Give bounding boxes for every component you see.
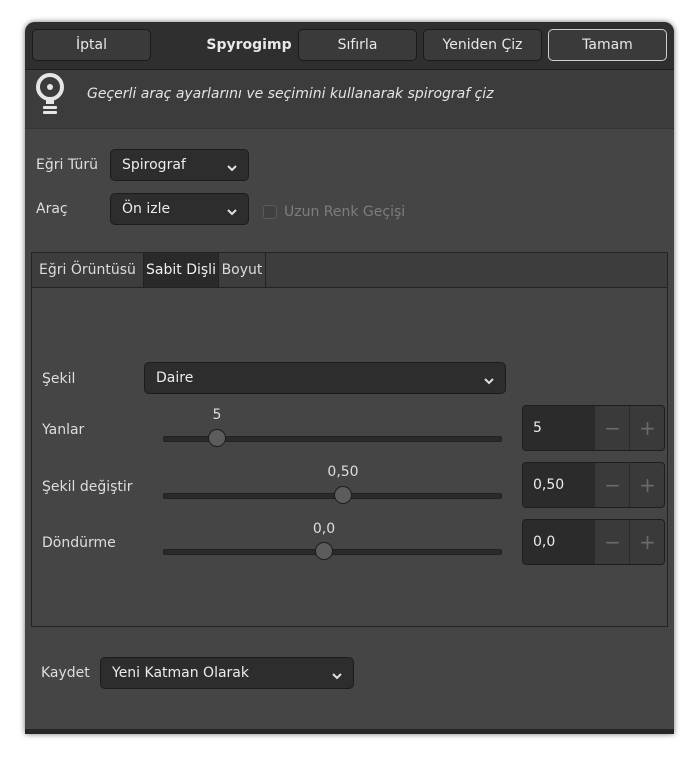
rotation-entry[interactable]: 0,0 [523,520,594,564]
chevron-down-icon [331,669,343,685]
chevron-down-icon [483,374,495,390]
morph-spinbutton[interactable]: 0,50 − + [522,462,665,508]
curve-type-value: Spirograf [122,157,186,173]
cancel-button[interactable]: İptal [32,29,151,61]
plus-icon[interactable]: + [629,463,664,507]
morph-slider-handle[interactable] [334,486,352,504]
save-value: Yeni Katman Olarak [112,665,249,681]
rotation-slider-handle[interactable] [315,542,333,560]
shape-value: Daire [156,370,194,386]
morph-slider-track[interactable] [163,493,502,499]
sides-label: Yanlar [42,422,85,438]
save-combo[interactable]: Yeni Katman Olarak [100,657,354,689]
plus-icon[interactable]: + [629,520,664,564]
reset-button[interactable]: Sıfırla [298,29,417,61]
shape-label: Şekil [42,371,76,387]
plugin-description: Geçerli araç ayarlarını ve seçimini kull… [87,86,494,102]
tab-size[interactable]: Boyut [219,253,266,287]
save-label: Kaydet [41,665,90,681]
window-bottom-edge [25,729,674,734]
info-bar: Geçerli araç ayarlarını ve seçimini kull… [25,70,674,129]
curve-type-combo[interactable]: Spirograf [110,149,249,181]
long-gradient-checkbox[interactable]: Uzun Renk Geçişi [263,202,405,222]
rotation-spinbutton[interactable]: 0,0 − + [522,519,665,565]
chevron-down-icon [226,205,238,221]
tool-value: Ön izle [122,201,171,217]
shape-combo[interactable]: Daire [144,362,506,394]
sides-entry[interactable]: 5 [523,406,594,450]
header-bar: İptal Spyrogimp Sıfırla Yeniden Çiz Tama… [25,22,674,70]
checkbox-box[interactable] [263,205,277,219]
minus-icon[interactable]: − [594,520,630,564]
settings-notebook: Eğri Örüntüsü Sabit Dişli Boyut Şekil Da… [31,252,668,627]
morph-label: Şekil değiştir [42,479,133,495]
chevron-down-icon [226,161,238,177]
dialog-title: Spyrogimp [206,37,292,53]
curve-type-label: Eğri Türü [36,157,98,173]
minus-icon[interactable]: − [594,463,630,507]
rotation-label: Döndürme [42,535,116,551]
morph-slider-value: 0,50 [327,464,359,480]
sides-slider-handle[interactable] [208,429,226,447]
rotation-slider-value: 0,0 [312,521,336,537]
sides-slider-value: 5 [212,407,222,423]
long-gradient-label: Uzun Renk Geçişi [284,204,406,220]
spyrogimp-dialog: İptal Spyrogimp Sıfırla Yeniden Çiz Tama… [25,22,674,734]
sides-spinbutton[interactable]: 5 − + [522,405,665,451]
redraw-button[interactable]: Yeniden Çiz [423,29,542,61]
tool-combo[interactable]: Ön izle [110,193,249,225]
tool-label: Araç [36,201,68,217]
tab-strip: Eğri Örüntüsü Sabit Dişli Boyut [32,253,667,288]
tab-curve-pattern[interactable]: Eğri Örüntüsü [32,253,144,287]
plus-icon[interactable]: + [629,406,664,450]
lightbulb-icon [35,72,69,122]
morph-entry[interactable]: 0,50 [523,463,594,507]
ok-button[interactable]: Tamam [548,29,667,61]
tab-fixed-gear[interactable]: Sabit Dişli [144,253,219,287]
minus-icon[interactable]: − [594,406,630,450]
